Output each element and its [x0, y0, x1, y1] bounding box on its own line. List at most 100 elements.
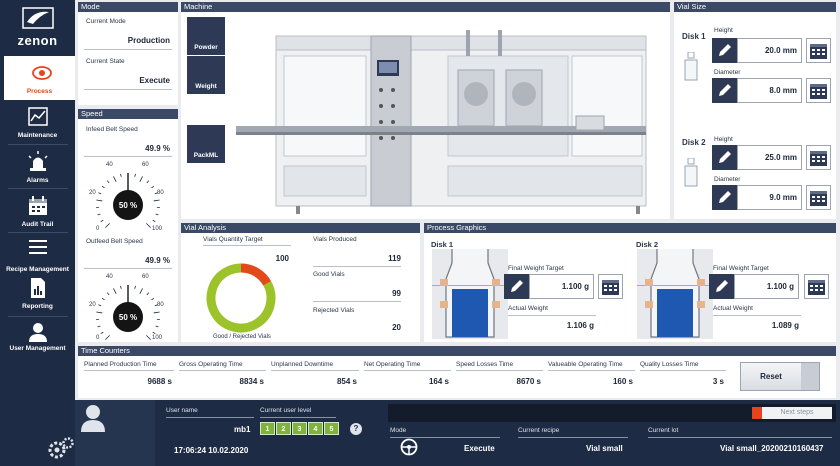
settings-gears-icon[interactable] [47, 436, 75, 462]
gauge-tick-mark [101, 185, 105, 189]
list-icon [29, 240, 47, 254]
chart-icon [28, 107, 48, 126]
disk1-height-field[interactable]: 20.0 mm [737, 38, 802, 63]
pencil-icon [719, 191, 731, 203]
gauge-tick-mark [101, 297, 105, 301]
divider [713, 315, 801, 316]
nav-audit-trail-label: Audit Trail [21, 221, 54, 228]
disk1-vial-graphic [432, 249, 508, 339]
vial-analysis-panel-title: Vial Analysis [181, 223, 420, 233]
time-counter-value: 9688 s [147, 377, 172, 386]
gauge-tick-80: 80 [157, 302, 164, 308]
donut-label: Good / Rejected Vials [213, 334, 271, 340]
weight-button[interactable]: Weight [187, 56, 225, 94]
disk1-height-calendar-button[interactable] [806, 38, 831, 63]
infeed-belt-speed-value: 49.9 % [145, 144, 170, 153]
nav-alarms[interactable]: Alarms [0, 145, 75, 189]
current-mode-value: Production [127, 36, 170, 45]
user-name-label: User name [166, 407, 198, 414]
vial-size-panel: Vial Size Disk 1 Height 20.0 mm Diameter… [674, 2, 836, 219]
pg-disk1-label: Disk 1 [431, 240, 454, 249]
report-icon [31, 278, 45, 298]
datetime: 17:06:24 10.02.2020 [174, 446, 249, 455]
disk2-final-weight-calendar-button[interactable] [804, 274, 829, 299]
help-button[interactable]: ? [350, 423, 362, 435]
nav-audit-trail[interactable]: Audit Trail [0, 189, 75, 233]
gauge-tick-80: 80 [157, 190, 164, 196]
gauge-tick-mark [146, 292, 150, 296]
gauge-tick-mark [100, 219, 104, 223]
outfeed-belt-speed-label: Outfeed Belt Speed [86, 238, 143, 245]
divider [84, 49, 172, 50]
nav-reporting[interactable]: Reporting [0, 275, 75, 319]
gauge-tick-mark [98, 192, 102, 195]
disk2-diameter-edit-button[interactable] [712, 185, 737, 210]
disk2-final-weight-field[interactable]: 1.100 g [734, 274, 799, 299]
pencil-icon [716, 280, 728, 292]
user-level-label: Current user level [260, 407, 312, 414]
process-graphics-panel-title: Process Graphics [424, 223, 836, 233]
disk1-diameter-edit-button[interactable] [712, 78, 737, 103]
pg-disk2-label: Disk 2 [636, 240, 659, 249]
gauge-tick-mark [120, 173, 122, 177]
disk2-height-edit-button[interactable] [712, 145, 737, 170]
disk1-final-weight-edit-button[interactable] [504, 274, 529, 299]
disk2-height-calendar-button[interactable] [806, 145, 831, 170]
disk2-actual-weight-label: Actual Weight [713, 305, 753, 312]
user-level-5: 5 [324, 422, 339, 435]
vial-analysis-panel: Vial Analysis Vials Quantity Target 100 … [181, 223, 420, 342]
nav-recipe-management[interactable]: Recipe Management [0, 233, 75, 275]
disk1-actual-weight-value: 1.106 g [566, 321, 594, 330]
disk1-final-weight-calendar-button[interactable] [598, 274, 623, 299]
powder-button[interactable]: Powder [187, 17, 225, 55]
disk1-final-weight-field[interactable]: 1.100 g [529, 274, 594, 299]
disk1-label: Disk 1 [682, 32, 706, 41]
gauge-tick-mark [97, 213, 101, 216]
disk2-diameter-calendar-button[interactable] [806, 185, 831, 210]
nav-user-management[interactable]: User Management [0, 317, 75, 361]
disk1-actual-weight-label: Actual Weight [508, 305, 548, 312]
infeed-speed-gauge: 40 60 20 80 0 100 50 % [89, 162, 164, 232]
disk1-diameter-calendar-button[interactable] [806, 78, 831, 103]
disk1-height-edit-button[interactable] [712, 38, 737, 63]
disk2-height-field[interactable]: 25.0 mm [737, 145, 802, 170]
calendar-icon [810, 191, 827, 206]
divider [548, 370, 635, 371]
reset-button[interactable]: Reset [740, 362, 820, 391]
brand-logo: zenon [0, 0, 75, 53]
disk2-label: Disk 2 [682, 138, 706, 147]
time-counters-panel: Time Counters Planned Production Time 968… [78, 346, 836, 398]
disk2-final-weight-edit-button[interactable] [709, 274, 734, 299]
disk2-actual-weight-value: 1.089 g [771, 321, 799, 330]
disk2-diameter-field[interactable]: 9.0 mm [737, 185, 802, 210]
donut-good-segment [206, 263, 276, 333]
divider [364, 370, 451, 371]
machine-panel: Machine Powder Weight PackML [181, 2, 670, 219]
gauge-tick-60: 60 [142, 274, 149, 280]
pencil-icon [511, 280, 523, 292]
vials-produced-value: 119 [388, 254, 401, 263]
nav-process-label: Process [26, 88, 53, 95]
time-counter-label: Valueable Operating Time [548, 361, 623, 368]
gauge-tick-mark [139, 176, 143, 183]
gauge-tick-40: 40 [106, 162, 113, 168]
machine-panel-title: Machine [181, 2, 670, 12]
vial-icon [684, 52, 698, 81]
next-steps-indicator [752, 407, 762, 419]
gauge-tick-mark [105, 223, 110, 228]
packml-button[interactable]: PackML [187, 125, 225, 163]
time-counter-value: 8834 s [239, 377, 264, 386]
gauge-tick-mark [153, 311, 160, 314]
divider [508, 315, 596, 316]
disk1-diameter-label: Diameter [714, 69, 741, 76]
disk1-diameter-field[interactable]: 8.0 mm [737, 78, 802, 103]
time-counter-label: Gross Operating Time [179, 361, 243, 368]
user-avatar-icon [81, 405, 105, 432]
divider [260, 417, 336, 418]
nav-process[interactable]: Process [4, 56, 75, 100]
next-steps-button[interactable]: Next steps [762, 407, 832, 419]
nav-alarms-label: Alarms [26, 177, 49, 184]
gauge-tick-mark [155, 213, 159, 216]
gauge-tick-mark [151, 297, 155, 301]
nav-maintenance[interactable]: Maintenance [0, 100, 75, 144]
